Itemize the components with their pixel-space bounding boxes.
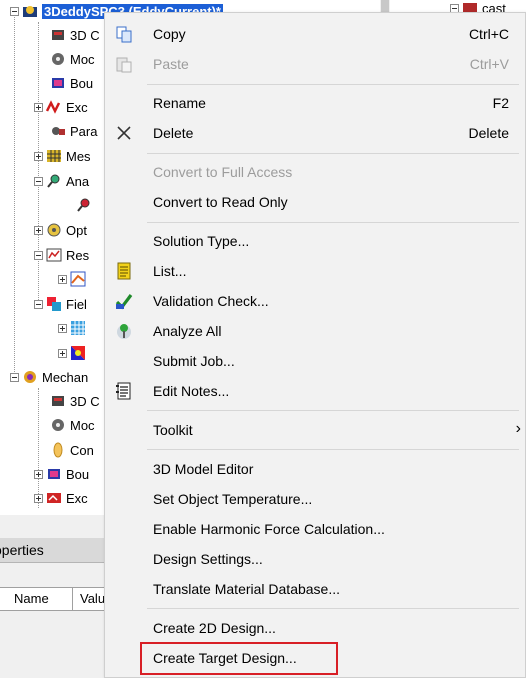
analyze-all-icon — [117, 324, 131, 339]
expand-toggle[interactable] — [34, 469, 43, 479]
menu-item-rename[interactable]: Rename F2 — [105, 89, 525, 117]
tree-item[interactable]: Bou — [50, 72, 93, 94]
modeler-icon — [52, 396, 64, 406]
results-icon — [46, 248, 62, 262]
menu-item-delete[interactable]: Delete Delete — [105, 119, 525, 147]
copy-icon — [116, 26, 132, 43]
notes-icon — [116, 382, 131, 400]
tree-item[interactable]: Exc — [34, 487, 88, 509]
collapse-toggle[interactable] — [34, 250, 43, 260]
motion-icon — [52, 419, 64, 431]
tree-item[interactable] — [58, 268, 90, 290]
tree-item[interactable]: Opt — [34, 219, 87, 241]
menu-separator — [147, 84, 519, 85]
tree-item[interactable] — [58, 317, 90, 339]
menu-separator — [147, 608, 519, 609]
collapse-toggle[interactable] — [34, 176, 43, 186]
mesh-icon — [47, 150, 61, 162]
tree-item[interactable] — [76, 194, 96, 216]
column-header-value[interactable]: Valu — [80, 588, 105, 610]
chevron-right-icon: › — [515, 420, 521, 437]
menu-item-solution-type[interactable]: Solution Type... — [105, 227, 525, 255]
menu-item-submit-job[interactable]: Submit Job... — [105, 347, 525, 375]
tree-item[interactable]: Res — [34, 244, 89, 266]
column-divider[interactable] — [72, 588, 73, 610]
validation-check-icon — [115, 294, 133, 310]
paste-icon — [116, 57, 132, 73]
tree-item[interactable]: Moc — [50, 48, 95, 70]
menu-item-create-2d-design[interactable]: Create 2D Design... — [105, 614, 525, 642]
modeler-icon — [52, 30, 64, 40]
tree-item[interactable]: Con — [50, 439, 94, 461]
color-plot-icon — [71, 346, 85, 360]
menu-item-list[interactable]: List... — [105, 257, 525, 285]
expand-toggle[interactable] — [58, 274, 67, 284]
contact-icon — [53, 442, 63, 458]
column-header-name[interactable]: Name — [14, 588, 49, 610]
collapse-toggle[interactable] — [34, 299, 43, 309]
menu-item-design-settings[interactable]: Design Settings... — [105, 545, 525, 573]
tree-item[interactable]: Para — [50, 120, 97, 142]
list-icon — [117, 262, 131, 280]
excitation-icon — [46, 100, 61, 114]
menu-item-edit-notes[interactable]: Edit Notes... — [105, 377, 525, 405]
expand-toggle[interactable] — [58, 323, 67, 333]
collapse-toggle[interactable] — [10, 6, 19, 16]
menu-item-validation-check[interactable]: Validation Check... — [105, 287, 525, 315]
collapse-toggle[interactable] — [10, 372, 19, 382]
tree-item[interactable]: Mes — [34, 145, 91, 167]
tree-item[interactable]: Mechan — [10, 366, 88, 388]
menu-item-toolkit[interactable]: Toolkit › — [105, 416, 525, 444]
menu-item-analyze-all[interactable]: Analyze All — [105, 317, 525, 345]
design-icon — [23, 6, 37, 17]
expand-toggle[interactable] — [34, 102, 43, 112]
menu-separator — [147, 449, 519, 450]
menu-item-paste[interactable]: Paste Ctrl+V — [105, 50, 525, 78]
menu-item-3d-model-editor[interactable]: 3D Model Editor — [105, 455, 525, 483]
menu-item-convert-read-only[interactable]: Convert to Read Only — [105, 188, 525, 216]
parameters-icon — [52, 127, 65, 135]
menu-separator — [147, 153, 519, 154]
report-icon — [70, 271, 86, 287]
menu-item-convert-full-access[interactable]: Convert to Full Access — [105, 158, 525, 186]
expand-toggle[interactable] — [34, 225, 43, 235]
expand-toggle[interactable] — [58, 348, 67, 358]
boundary-icon — [48, 469, 60, 479]
context-menu: Copy Ctrl+C Paste Ctrl+V Rename F2 Delet… — [104, 12, 526, 678]
menu-item-translate-material-database[interactable]: Translate Material Database... — [105, 575, 525, 603]
analysis-icon — [47, 174, 60, 188]
delete-x-icon — [117, 126, 131, 140]
boundary-icon — [52, 78, 64, 88]
menu-item-set-object-temperature[interactable]: Set Object Temperature... — [105, 485, 525, 513]
menu-item-enable-harmonic-force[interactable]: Enable Harmonic Force Calculation... — [105, 515, 525, 543]
tree-item[interactable]: Fiel — [34, 293, 87, 315]
menu-separator — [147, 222, 519, 223]
menu-item-copy[interactable]: Copy Ctrl+C — [105, 20, 525, 48]
tree-item[interactable]: Bou — [34, 463, 89, 485]
optimetrics-icon — [47, 223, 61, 237]
expand-toggle[interactable] — [34, 493, 43, 503]
tree-item[interactable] — [58, 342, 90, 364]
tree-item[interactable]: Moc — [50, 414, 95, 436]
expand-toggle[interactable] — [34, 151, 43, 161]
grid-plot-icon — [71, 321, 85, 335]
excitation-icon — [47, 493, 61, 503]
tree-item[interactable]: 3D C — [50, 24, 100, 46]
tree-item[interactable]: Exc — [34, 96, 88, 118]
setup-icon — [77, 198, 90, 212]
menu-separator — [147, 410, 519, 411]
mechanical-gear-icon — [24, 371, 36, 383]
tree-item[interactable]: 3D C — [50, 390, 100, 412]
tree-item[interactable]: Ana — [34, 170, 89, 192]
field-overlays-icon — [47, 297, 61, 311]
highlight-box — [140, 642, 338, 675]
motion-icon — [52, 53, 64, 65]
